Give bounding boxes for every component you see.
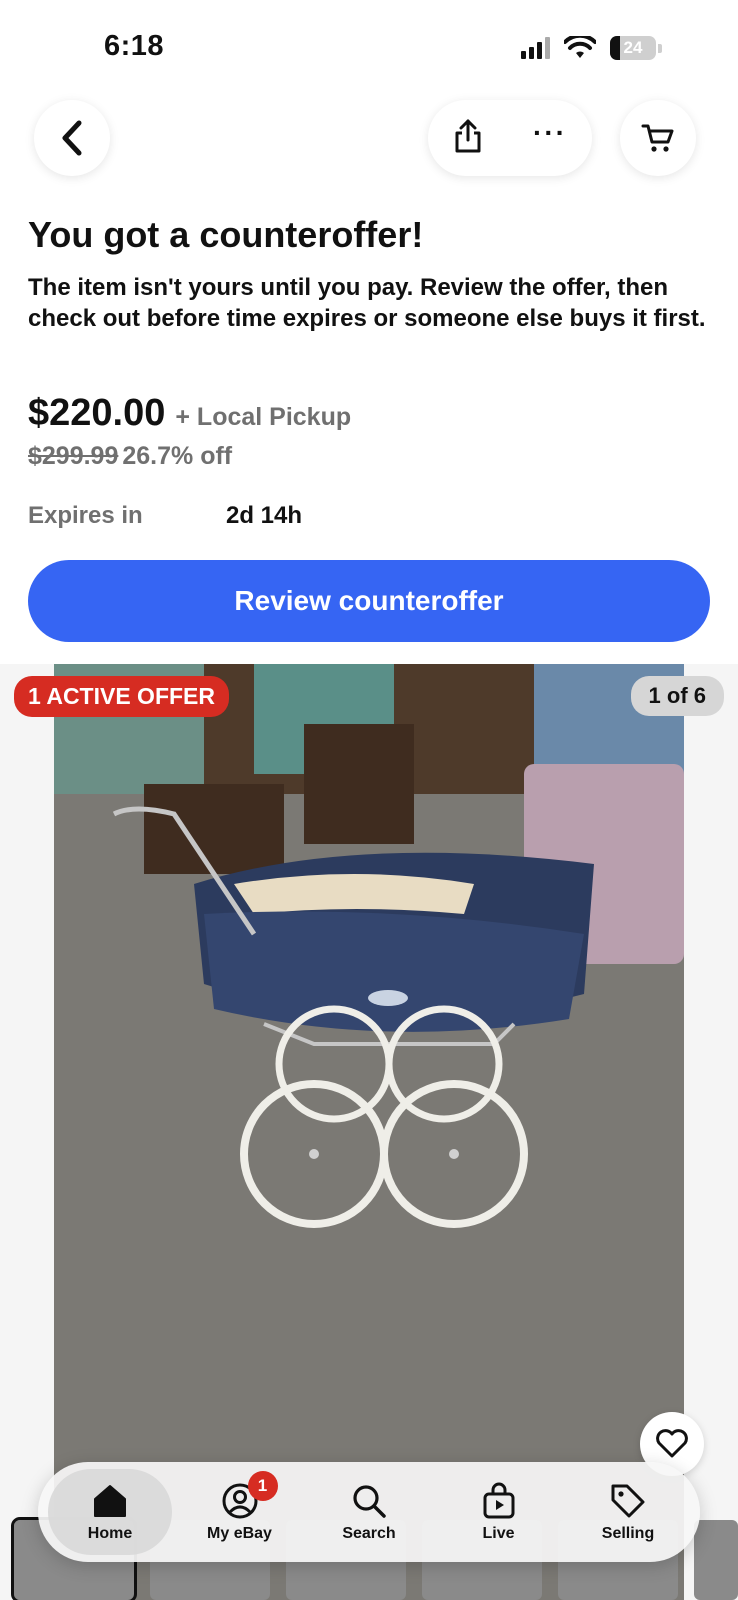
shipping-option: + Local Pickup [175, 403, 352, 431]
original-price-row: $299.99 26.7% off [28, 442, 232, 471]
cellular-signal-icon [521, 37, 550, 59]
tag-icon [608, 1481, 648, 1521]
wifi-icon [564, 36, 596, 58]
image-counter: 1 of 6 [630, 676, 724, 716]
status-time: 6:18 [104, 30, 165, 62]
back-button[interactable] [34, 100, 110, 176]
stroller-photo-illustration [54, 664, 684, 1600]
offer-price: $220.00 [28, 392, 166, 434]
original-price: $299.99 [28, 442, 119, 470]
review-counteroffer-button[interactable]: Review counteroffer [28, 560, 710, 642]
cart-button[interactable] [620, 100, 696, 176]
tab-selling[interactable]: Selling [566, 1469, 690, 1555]
page-title: You got a counteroffer! [28, 214, 424, 255]
active-offer-badge: 1 ACTIVE OFFER [14, 676, 229, 717]
thumbnail-6[interactable] [694, 1520, 738, 1600]
tab-search[interactable]: Search [307, 1469, 431, 1555]
cart-icon [641, 124, 674, 152]
tab-label: Home [87, 1525, 133, 1542]
notification-badge: 1 [247, 1471, 278, 1501]
home-icon [90, 1481, 130, 1521]
live-icon [479, 1481, 519, 1521]
battery-level: 24 [623, 38, 643, 57]
more-button[interactable]: ··· [533, 119, 567, 147]
status-icons: 24 [521, 36, 662, 60]
tab-live[interactable]: Live [437, 1469, 561, 1555]
search-icon [349, 1481, 389, 1521]
heart-icon [656, 1429, 688, 1458]
product-photo[interactable] [54, 664, 684, 1600]
price-row: $220.00 + Local Pickup [28, 392, 351, 435]
bottom-tab-bar: Home 1 My eBay Search Live Selling [38, 1462, 700, 1562]
battery-icon: 24 [610, 36, 656, 60]
tab-label: Live [482, 1525, 515, 1542]
expires-label: Expires in [28, 502, 143, 529]
more-icon: ··· [533, 117, 567, 148]
chevron-left-icon [62, 120, 82, 156]
expires-value: 2d 14h [226, 502, 303, 529]
share-button[interactable] [453, 118, 483, 159]
offer-description: The item isn't yours until you pay. Revi… [28, 274, 706, 332]
tab-home[interactable]: Home [48, 1469, 172, 1555]
product-gallery[interactable]: 1 ACTIVE OFFER 1 of 6 [0, 664, 738, 1600]
discount-percent: 26.7% off [122, 442, 233, 470]
profile-icon: 1 [220, 1471, 278, 1521]
share-icon [455, 119, 481, 152]
tab-label: Search [342, 1525, 396, 1542]
tab-my-ebay[interactable]: 1 My eBay [178, 1469, 302, 1555]
tab-label: Selling [601, 1525, 655, 1542]
action-pill: ··· [428, 100, 592, 176]
tab-label: My eBay [207, 1525, 272, 1542]
